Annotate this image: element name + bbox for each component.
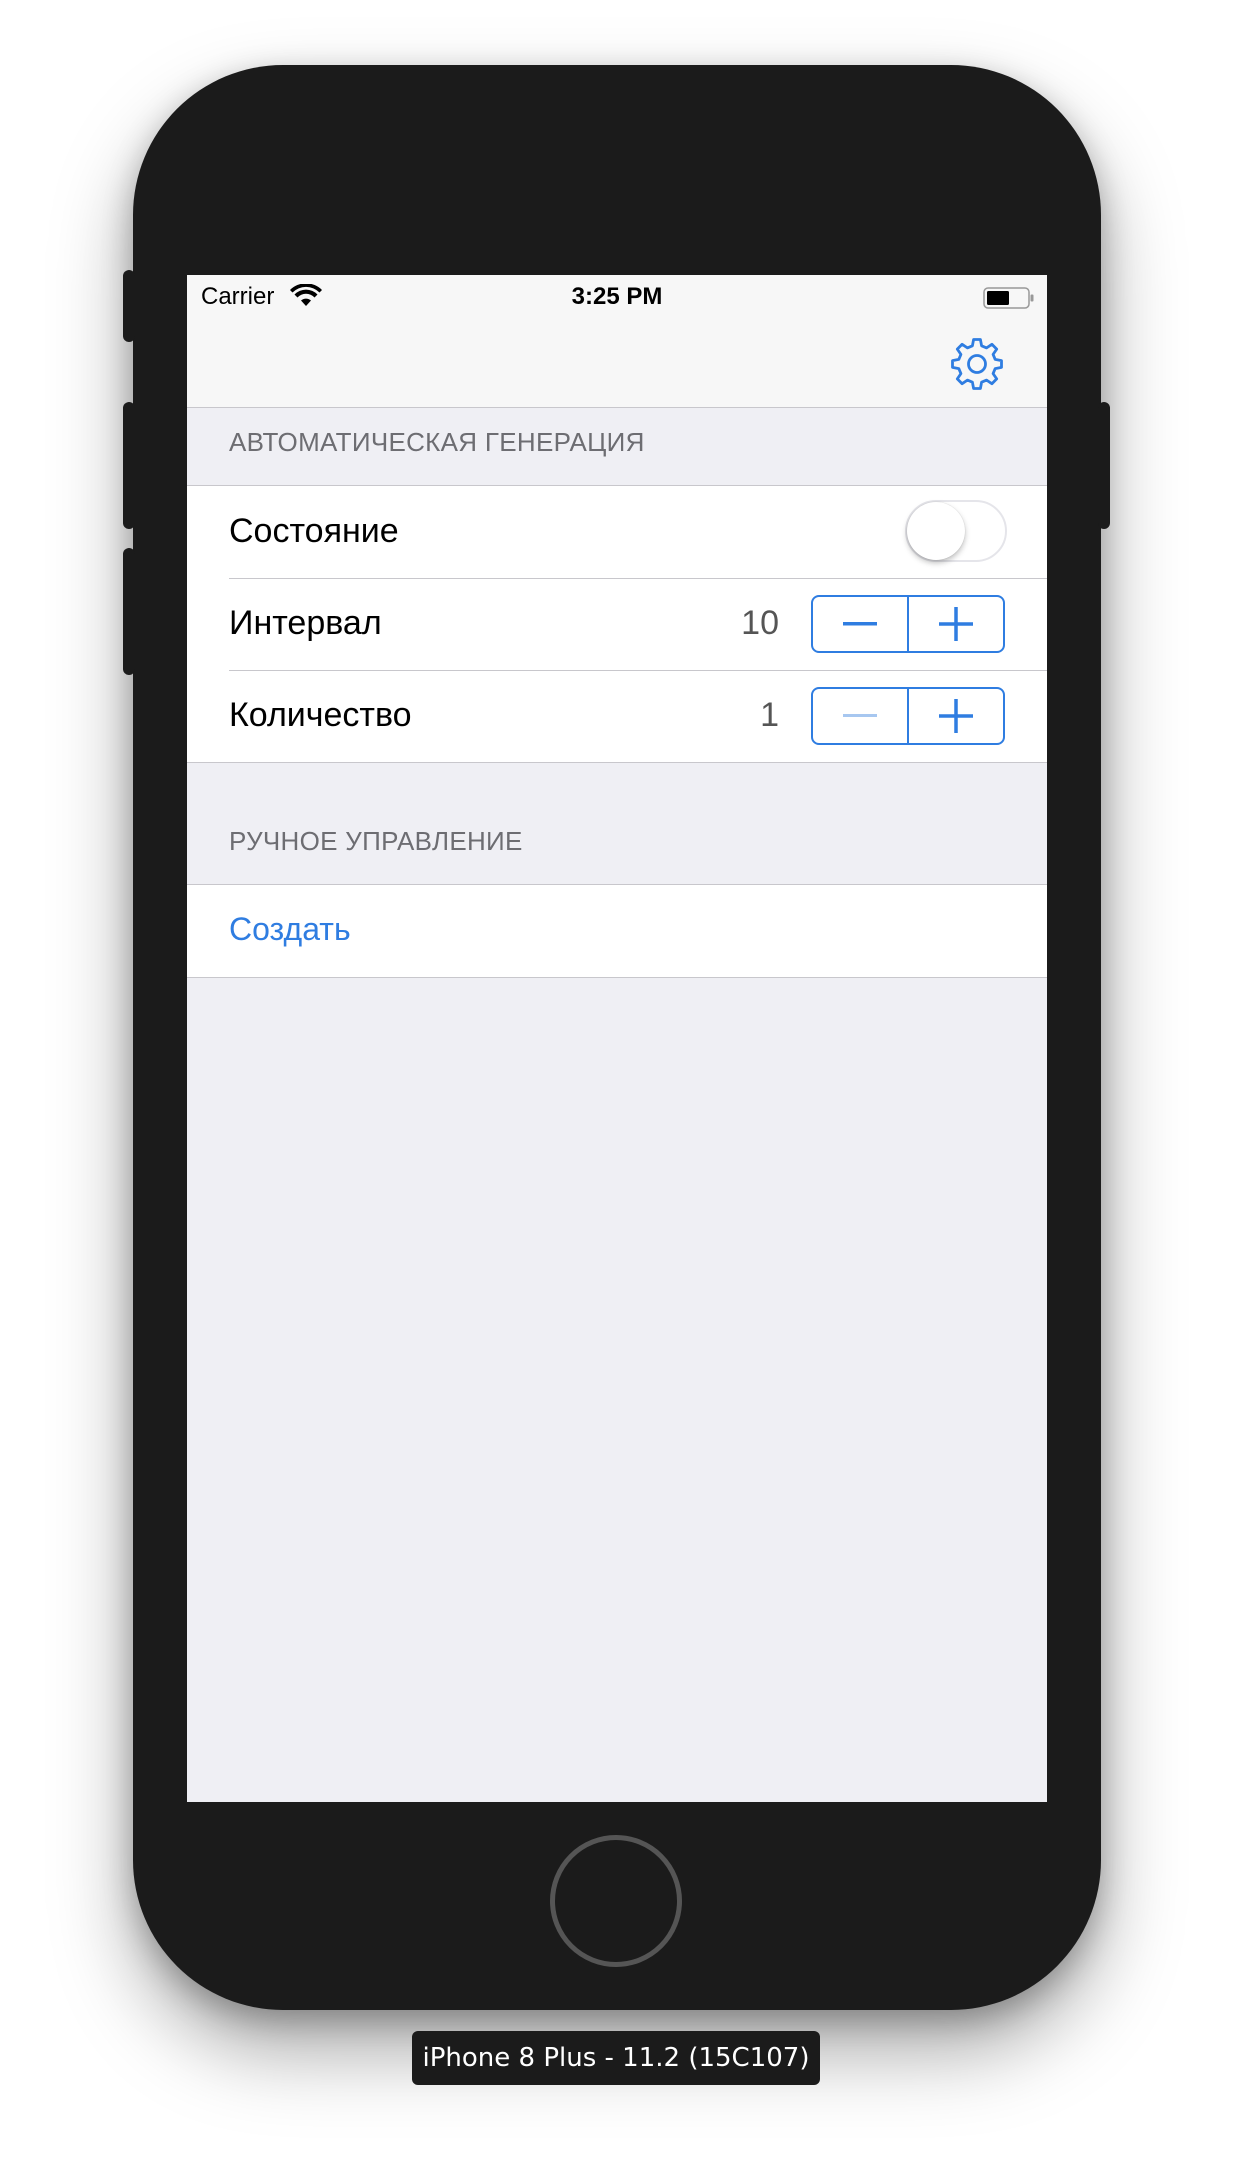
- create-button[interactable]: Создать: [229, 911, 351, 948]
- interval-decrement-button[interactable]: [813, 597, 907, 651]
- count-label: Количество: [229, 696, 412, 734]
- volume-down-button: [123, 548, 135, 675]
- section-header-manual-control: РУЧНОЕ УПРАВЛЕНИЕ: [229, 826, 523, 856]
- interval-stepper: [811, 595, 1005, 653]
- create-cell[interactable]: Создать: [187, 885, 1047, 977]
- count-stepper: [811, 687, 1005, 745]
- toggle-knob: [907, 502, 965, 560]
- count-decrement-button[interactable]: [813, 689, 907, 743]
- count-value: 1: [760, 696, 779, 734]
- state-toggle[interactable]: [905, 500, 1007, 562]
- minus-icon: [843, 714, 877, 717]
- section-header-auto-generation: АВТОМАТИЧЕСКАЯ ГЕНЕРАЦИЯ: [229, 427, 645, 457]
- auto-generation-group: Состояние Интервал 10 Количество 1: [187, 485, 1047, 763]
- count-cell: Количество 1: [187, 670, 1047, 762]
- volume-up-button: [123, 402, 135, 529]
- interval-increment-button[interactable]: [907, 597, 1003, 651]
- home-button[interactable]: [550, 1835, 682, 1967]
- status-bar: Carrier 3:25 PM: [187, 275, 1047, 317]
- plus-icon: [939, 607, 973, 641]
- screen: Carrier 3:25 PM АВТОМАТИЧЕСКАЯ ГЕНЕРАЦИЯ…: [187, 275, 1047, 1802]
- manual-control-group: Создать: [187, 884, 1047, 978]
- battery-icon: [983, 287, 1035, 309]
- state-label: Состояние: [229, 512, 399, 550]
- gear-icon[interactable]: [949, 335, 1005, 391]
- interval-cell: Интервал 10: [187, 578, 1047, 670]
- plus-icon: [939, 699, 973, 733]
- minus-icon: [843, 622, 877, 626]
- power-button: [1098, 402, 1110, 529]
- status-time: 3:25 PM: [571, 283, 663, 310]
- device-label: iPhone 8 Plus - 11.2 (15C107): [412, 2031, 820, 2085]
- navigation-bar: [187, 317, 1047, 408]
- interval-label: Интервал: [229, 604, 382, 642]
- mute-switch: [123, 270, 135, 342]
- count-increment-button[interactable]: [907, 689, 1003, 743]
- state-cell: Состояние: [187, 486, 1047, 578]
- interval-value: 10: [741, 604, 779, 642]
